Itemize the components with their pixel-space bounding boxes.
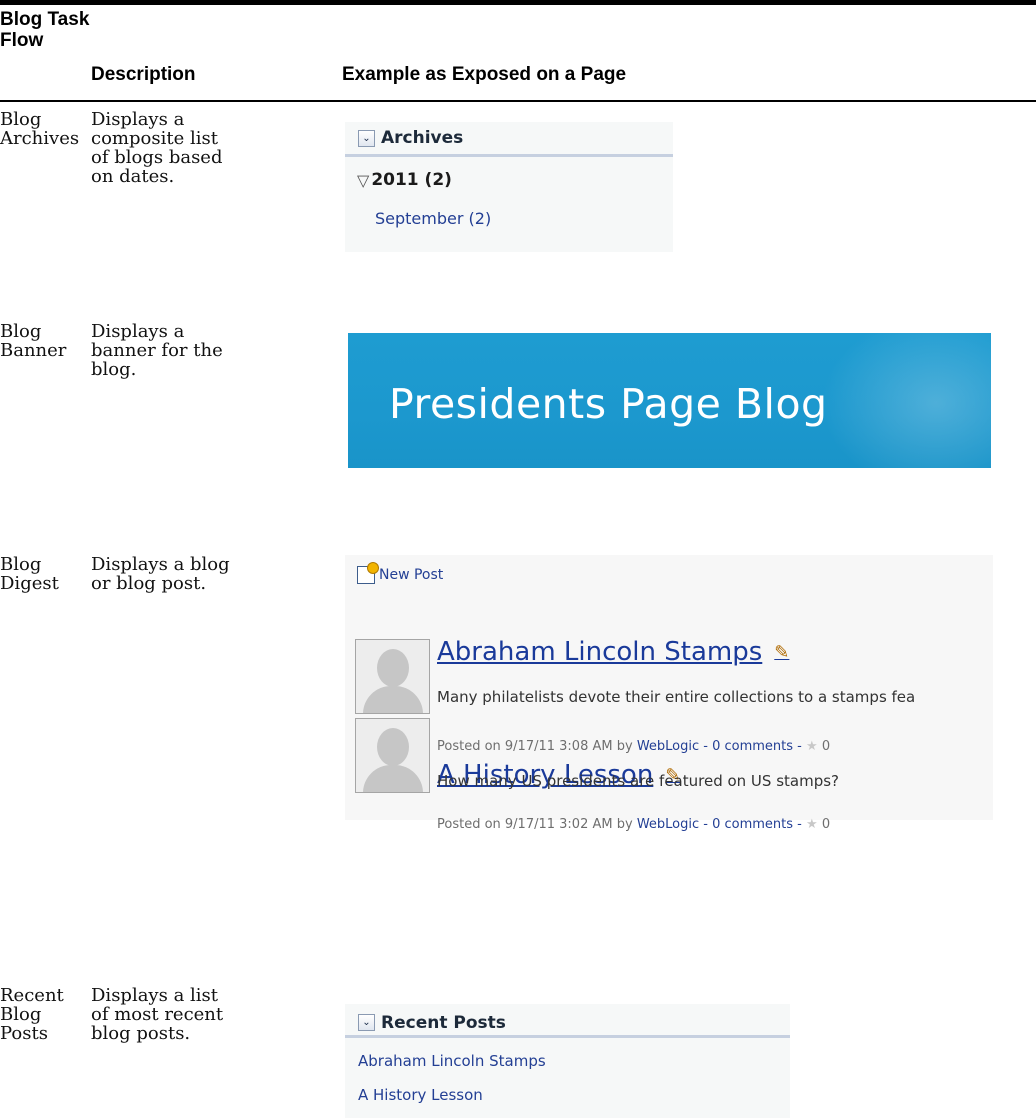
archives-title: Archives [381,128,464,148]
recent-posts-widget: ⌄ Recent Posts Abraham Lincoln Stamps A … [345,1004,790,1118]
author-link[interactable]: WebLogic [637,817,699,832]
author-link[interactable]: WebLogic [637,739,699,754]
recent-post-link[interactable]: Abraham Lincoln Stamps [358,1052,546,1070]
star-icon[interactable]: ★ [806,817,818,832]
archives-header: ⌄ Archives [345,122,673,157]
row-task-flow: Recent Blog Posts [0,985,64,1044]
new-post-button[interactable]: New Post [357,563,444,584]
header-example: Example as Exposed on a Page [342,64,627,85]
blog-banner: Presidents Page Blog [348,333,991,468]
archive-year-label: 2011 (2) [371,170,452,190]
new-post-label: New Post [379,567,444,583]
banner-glow [821,333,991,468]
top-rule [0,0,1036,5]
rating-count: 0 [821,817,831,832]
recent-posts-title: Recent Posts [381,1012,506,1033]
recent-post-link[interactable]: A History Lesson [358,1086,483,1104]
avatar [355,718,430,793]
avatar [355,639,430,714]
post-date: Posted on 9/17/11 3:02 AM by [437,817,633,832]
archive-year[interactable]: ▽ 2011 (2) [357,170,452,190]
post-title[interactable]: Abraham Lincoln Stamps ✎ [437,637,789,667]
post-meta: Posted on 9/17/11 3:08 AM by WebLogic - … [437,739,830,754]
row-description: Displays a blog or blog post. [91,554,230,594]
chevron-down-icon[interactable]: ⌄ [358,129,375,147]
post-excerpt: How many US presidents are featured on U… [437,772,839,790]
header-description: Description [91,64,196,85]
row-description: Displays a banner for the blog. [91,321,223,380]
post-title-link[interactable]: Abraham Lincoln Stamps [437,637,762,667]
new-post-icon [357,563,378,584]
archive-month-link[interactable]: September (2) [375,209,491,228]
comments-link[interactable]: - 0 comments - [703,817,802,832]
post-meta: Posted on 9/17/11 3:02 AM by WebLogic - … [437,817,830,832]
row-task-flow: Blog Banner [0,321,67,361]
header-rule [0,100,1036,102]
banner-title: Presidents Page Blog [389,380,828,428]
row-description: Displays a list of most recent blog post… [91,985,224,1044]
row-description: Displays a composite list of blogs based… [91,109,223,187]
comments-link[interactable]: - 0 comments - [703,739,802,754]
rating-count: 0 [821,739,831,754]
triangle-down-icon[interactable]: ▽ [357,171,369,190]
post-date: Posted on 9/17/11 3:08 AM by [437,739,633,754]
pencil-icon[interactable]: ✎ [774,642,789,663]
header-task-flow: Blog Task Flow [0,9,90,51]
archives-widget: ⌄ Archives ▽ 2011 (2) September (2) [345,122,673,252]
post-excerpt: Many philatelists devote their entire co… [437,688,916,706]
recent-posts-header: ⌄ Recent Posts [345,1010,790,1038]
row-task-flow: Blog Archives [0,109,80,149]
star-icon[interactable]: ★ [806,739,818,754]
chevron-down-icon[interactable]: ⌄ [358,1014,375,1031]
row-task-flow: Blog Digest [0,554,59,594]
